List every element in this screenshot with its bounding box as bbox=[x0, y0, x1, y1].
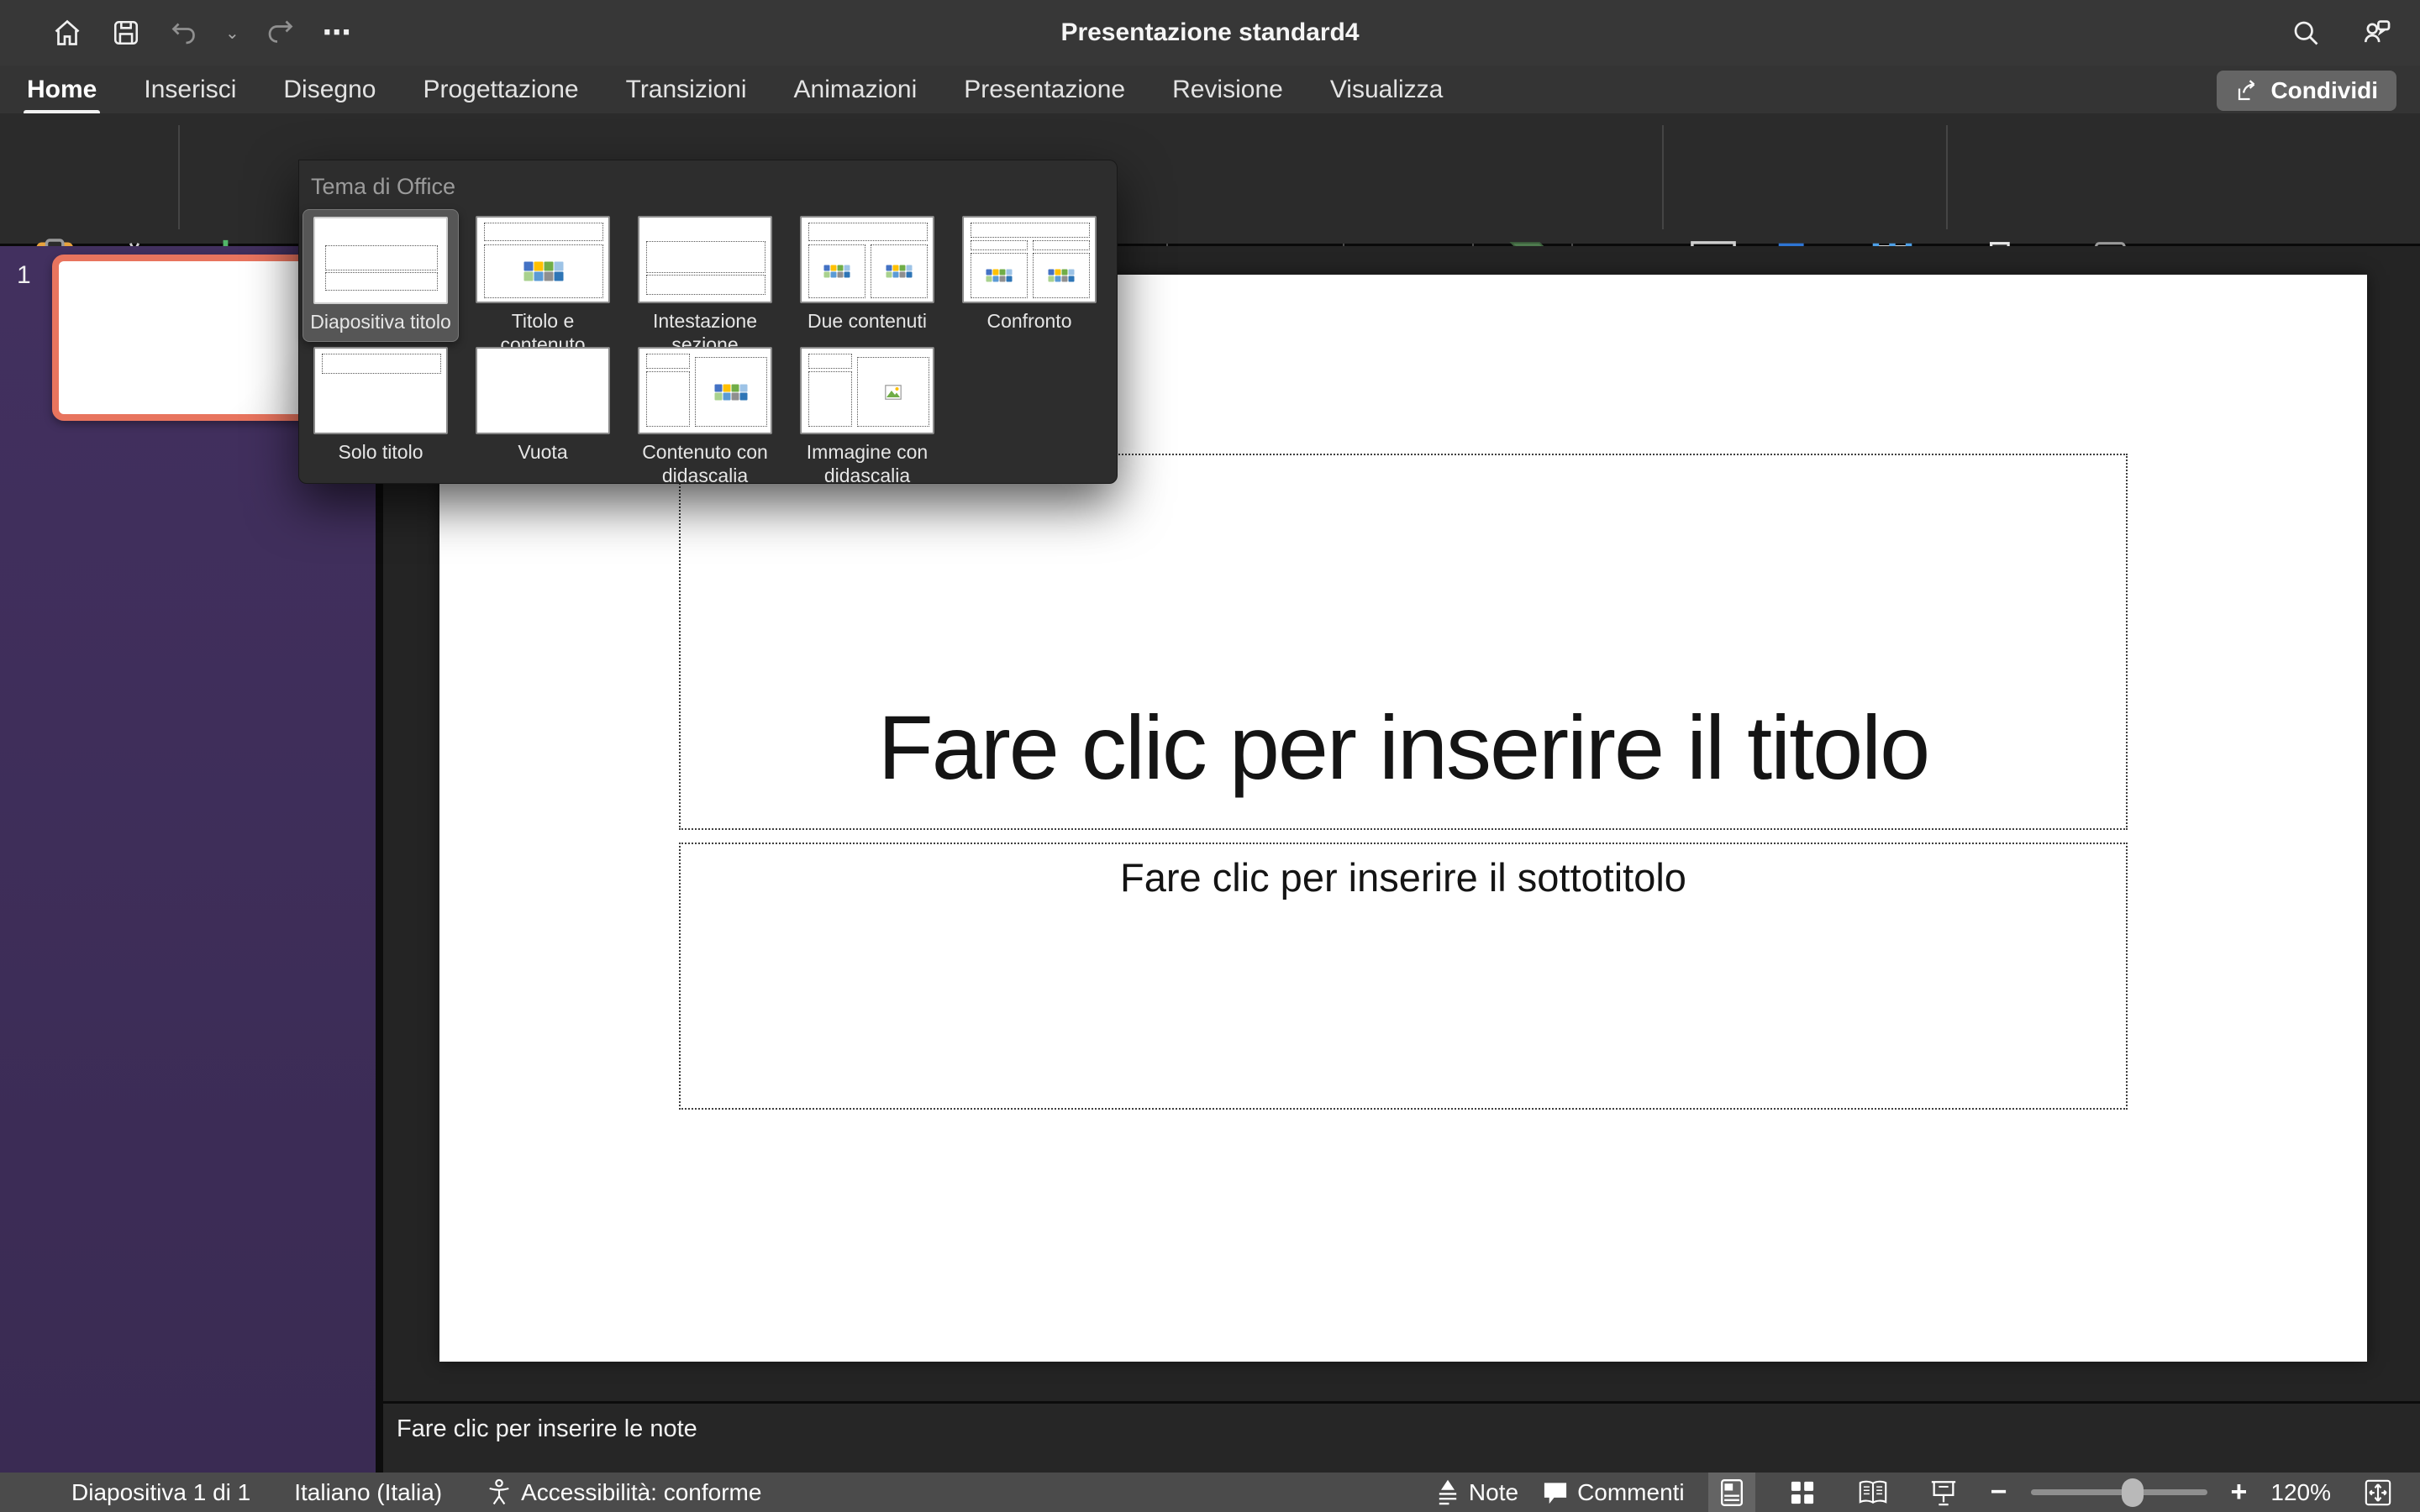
share-label: Condividi bbox=[2270, 77, 2378, 104]
zoom-in-button[interactable]: + bbox=[2231, 1476, 2248, 1509]
slide-counter: Diapositiva 1 di 1 bbox=[71, 1479, 250, 1506]
search-icon[interactable] bbox=[2287, 14, 2324, 51]
layout-item-diapositiva-titolo[interactable]: Diapositiva titolo bbox=[302, 209, 459, 342]
slide-sorter-icon bbox=[1789, 1479, 1816, 1506]
notes-placeholder-text: Fare clic per inserire le note bbox=[397, 1415, 697, 1443]
tab-revisione[interactable]: Revisione bbox=[1167, 72, 1288, 108]
subtitle-placeholder-text: Fare clic per inserire il sottotitolo bbox=[1120, 854, 1686, 900]
powerpoint-window: ⌄ ⋯ Presentazione standard4 Home Inseris… bbox=[0, 0, 2420, 1512]
undo-chevron-icon[interactable]: ⌄ bbox=[225, 23, 239, 44]
tab-presentazione[interactable]: Presentazione bbox=[959, 72, 1130, 108]
status-bar: Diapositiva 1 di 1 Italiano (Italia) Acc… bbox=[0, 1473, 2420, 1512]
ribbon-divider bbox=[178, 125, 180, 229]
zoom-out-button[interactable]: − bbox=[1991, 1476, 2007, 1509]
tab-animazioni[interactable]: Animazioni bbox=[789, 72, 923, 108]
accessibility-icon bbox=[486, 1478, 513, 1507]
layout-item-immagine-didascalia[interactable]: Immagine con didascalia bbox=[789, 340, 945, 494]
reading-view-icon bbox=[1858, 1479, 1888, 1506]
redo-icon[interactable] bbox=[261, 14, 298, 51]
more-options-icon[interactable]: ⋯ bbox=[320, 14, 357, 51]
fit-slide-to-window-button[interactable] bbox=[2354, 1473, 2402, 1512]
layout-item-due-contenuti[interactable]: Due contenuti bbox=[789, 209, 945, 340]
tab-visualizza[interactable]: Visualizza bbox=[1325, 72, 1449, 108]
tab-transizioni[interactable]: Transizioni bbox=[621, 72, 752, 108]
normal-view-button[interactable] bbox=[1708, 1473, 1755, 1512]
normal-view-icon bbox=[1719, 1478, 1744, 1507]
document-title: Presentazione standard4 bbox=[1060, 18, 1359, 47]
notes-icon bbox=[1435, 1479, 1460, 1506]
layout-dropdown: Tema di Office Diapositiva titolo Titolo… bbox=[298, 160, 1118, 484]
notes-pane[interactable]: Fare clic per inserire le note bbox=[383, 1401, 2420, 1473]
notes-toggle[interactable]: Note bbox=[1435, 1479, 1518, 1506]
tab-home[interactable]: Home bbox=[22, 72, 102, 108]
layout-item-contenuto-didascalia[interactable]: Contenuto con didascalia bbox=[627, 340, 783, 494]
slideshow-view-button[interactable] bbox=[1920, 1473, 1967, 1512]
tab-progettazione[interactable]: Progettazione bbox=[418, 72, 583, 108]
zoom-slider[interactable] bbox=[2031, 1489, 2207, 1495]
tab-inserisci[interactable]: Inserisci bbox=[139, 72, 241, 108]
slideshow-icon bbox=[1929, 1479, 1958, 1506]
save-icon[interactable] bbox=[108, 14, 145, 51]
subtitle-placeholder[interactable]: Fare clic per inserire il sottotitolo bbox=[679, 843, 2128, 1110]
ribbon-divider bbox=[1662, 125, 1664, 229]
layout-item-confronto[interactable]: Confronto bbox=[951, 209, 1107, 340]
layout-item-solo-titolo[interactable]: Solo titolo bbox=[302, 340, 459, 471]
slide-number: 1 bbox=[17, 261, 31, 290]
title-placeholder[interactable]: Fare clic per inserire il titolo bbox=[679, 454, 2128, 830]
language-indicator[interactable]: Italiano (Italia) bbox=[294, 1479, 442, 1506]
fit-to-window-icon bbox=[2364, 1478, 2392, 1507]
zoom-slider-handle[interactable] bbox=[2122, 1478, 2144, 1507]
tab-disegno[interactable]: Disegno bbox=[278, 72, 381, 108]
image-placeholder-icon bbox=[885, 385, 902, 400]
slide-sorter-view-button[interactable] bbox=[1779, 1473, 1826, 1512]
accessibility-status[interactable]: Accessibilità: conforme bbox=[486, 1478, 761, 1507]
zoom-percentage[interactable]: 120% bbox=[2270, 1479, 2331, 1506]
comments-toggle[interactable]: Commenti bbox=[1542, 1479, 1685, 1506]
ribbon-tabs: Home Inserisci Disegno Progettazione Tra… bbox=[0, 66, 2420, 113]
title-placeholder-text: Fare clic per inserire il titolo bbox=[878, 695, 1928, 800]
ribbon-divider bbox=[1946, 125, 1948, 229]
titlebar: ⌄ ⋯ Presentazione standard4 bbox=[0, 0, 2420, 66]
layout-theme-header: Tema di Office bbox=[311, 174, 455, 200]
people-presence-icon[interactable] bbox=[2358, 14, 2395, 51]
share-icon bbox=[2235, 78, 2260, 103]
undo-icon[interactable] bbox=[166, 14, 203, 51]
comments-icon bbox=[1542, 1480, 1569, 1505]
home-icon[interactable] bbox=[49, 14, 86, 51]
reading-view-button[interactable] bbox=[1849, 1473, 1897, 1512]
layout-item-vuota[interactable]: Vuota bbox=[465, 340, 621, 471]
share-button[interactable]: Condividi bbox=[2217, 71, 2396, 111]
